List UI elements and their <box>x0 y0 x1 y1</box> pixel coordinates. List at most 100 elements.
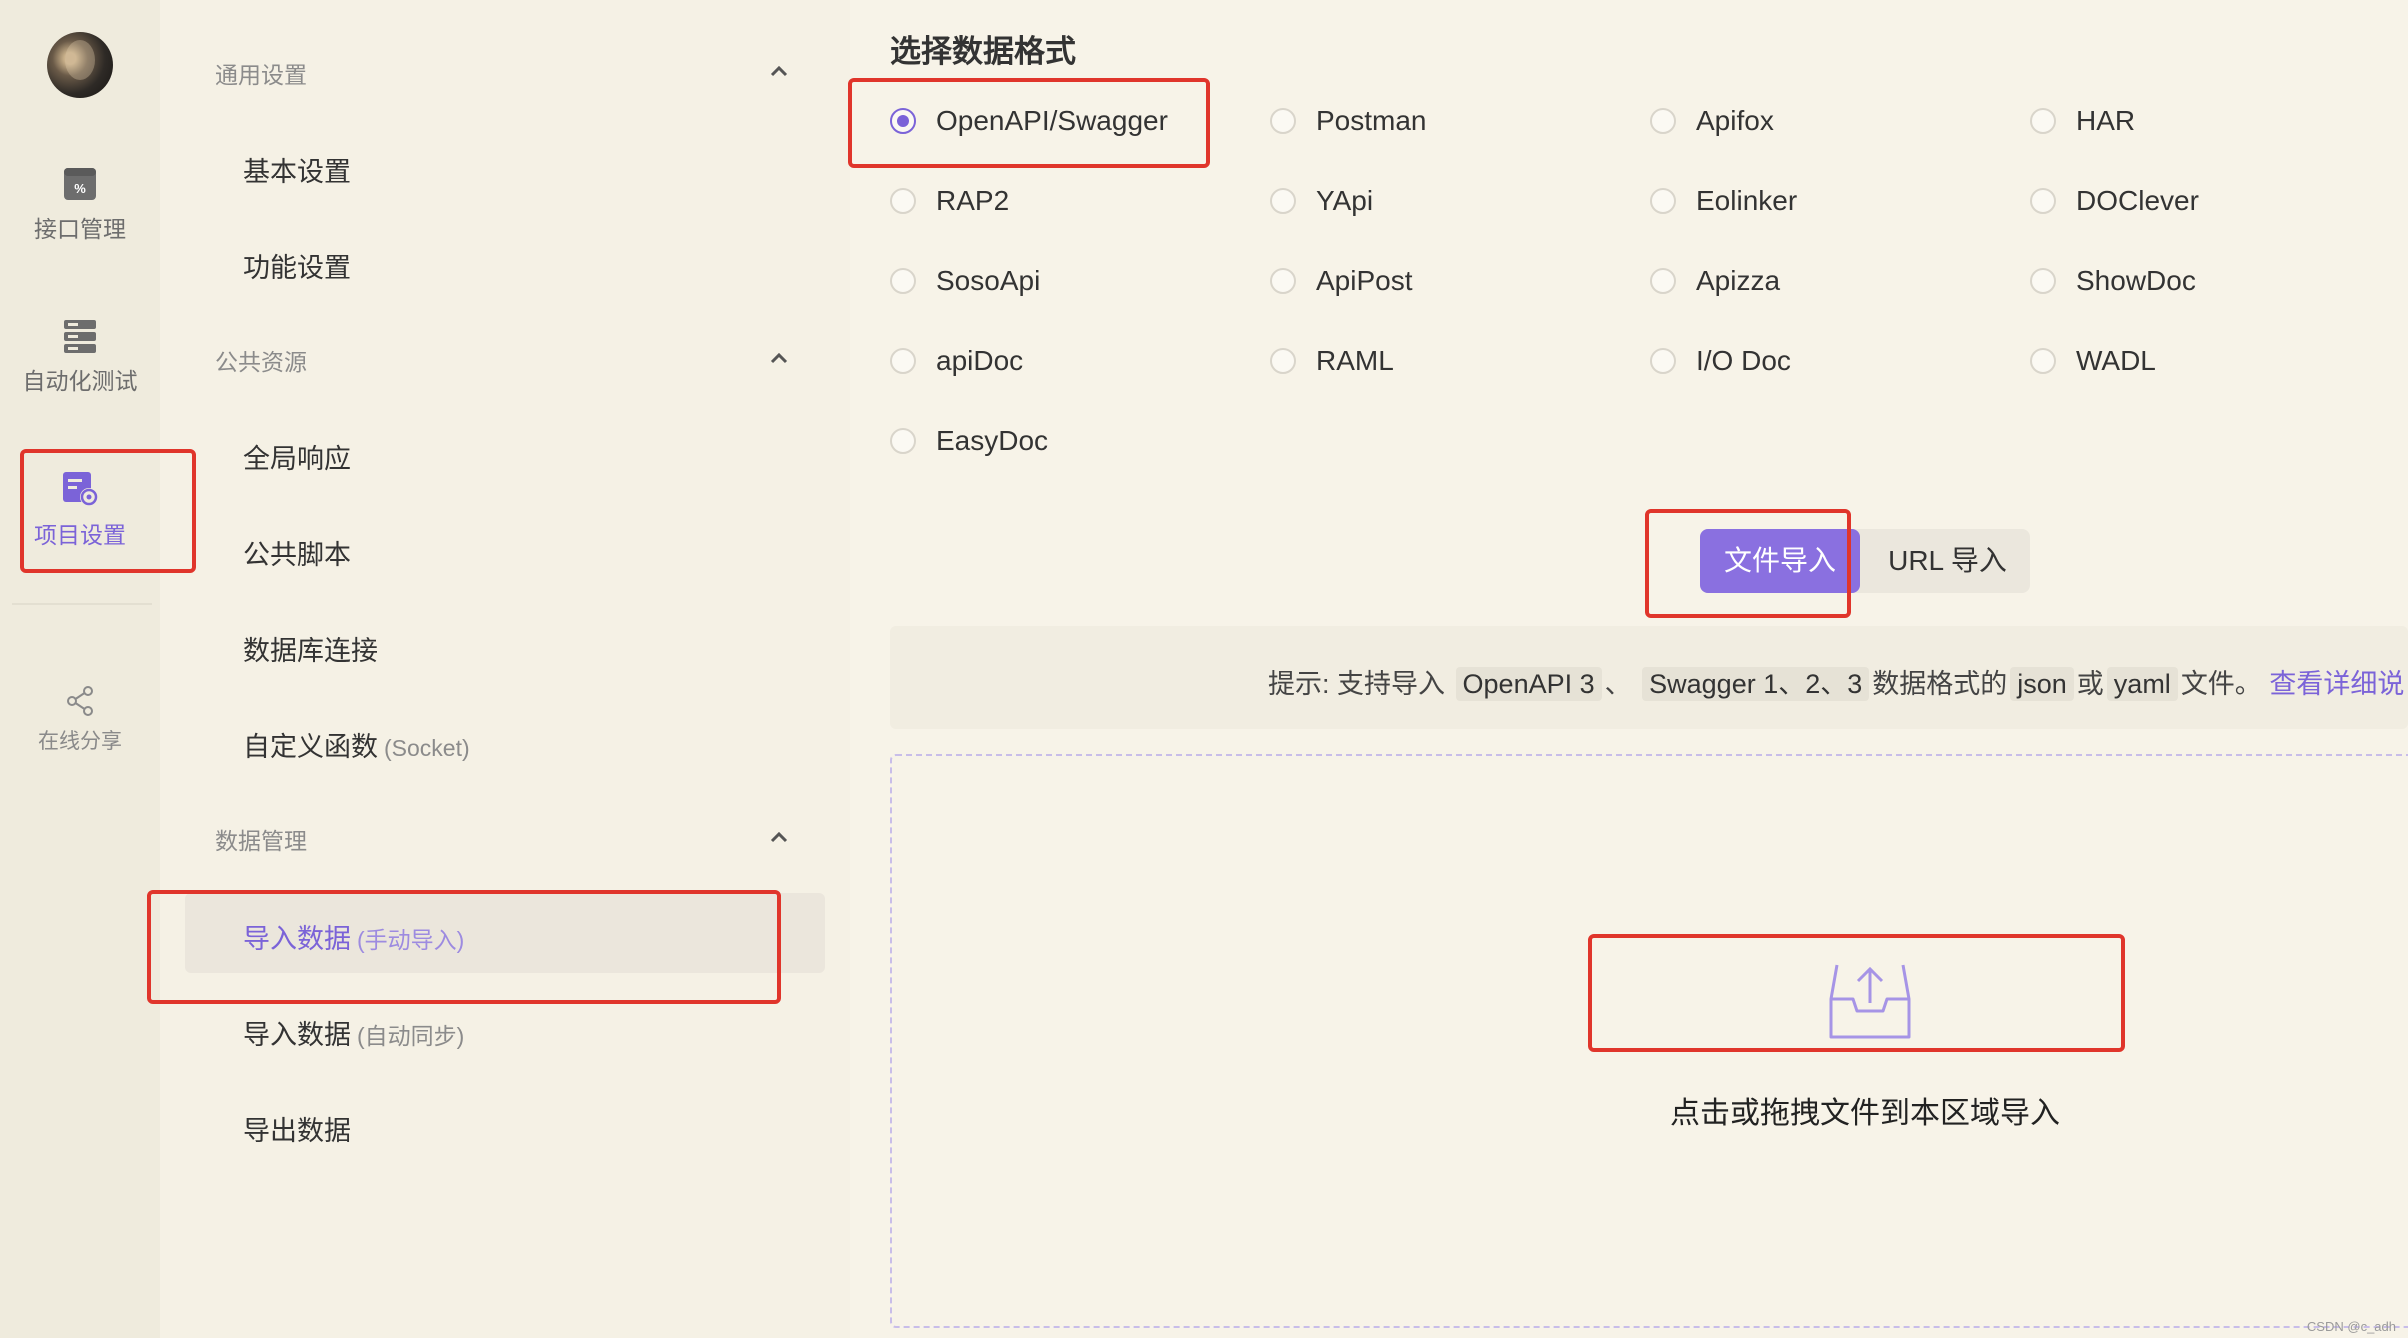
radio-circle[interactable] <box>2030 188 2056 214</box>
chevron-up-icon[interactable] <box>768 60 790 82</box>
rail-label: 自动化测试 <box>22 368 138 394</box>
nav-item-custom-functions[interactable]: 自定义函数 (Socket) <box>243 725 470 764</box>
radio-label: SosoApi <box>936 265 1041 296</box>
chevron-up-icon[interactable] <box>768 826 790 848</box>
hint-text: 提示: 支持导入 OpenAPI 3、 Swagger 1、2、3 数据格式的 js… <box>1268 662 2404 701</box>
dropzone-text: 点击或拖拽文件到本区域导入 <box>1670 1097 2060 1130</box>
nav-item-sub: (自动同步) <box>357 1023 465 1049</box>
format-radio-doclever[interactable]: DOClever <box>2030 185 2199 217</box>
radio-label: Postman <box>1316 105 1427 136</box>
share-icon <box>67 686 93 716</box>
hint-or: 或 <box>2076 669 2104 699</box>
radio-circle[interactable] <box>1650 348 1676 374</box>
radio-circle[interactable] <box>2030 268 2056 294</box>
radio-label: ApiPost <box>1316 265 1413 296</box>
hint-code-openapi3: OpenAPI 3 <box>1455 667 1602 701</box>
radio-label: HAR <box>2076 105 2136 136</box>
radio-circle[interactable] <box>2030 348 2056 374</box>
annotation-box-file-import <box>1645 509 1851 618</box>
radio-label: DOClever <box>2076 185 2199 216</box>
nav-item-label: 自定义函数 <box>243 732 378 762</box>
format-radio-postman[interactable]: Postman <box>1270 105 1427 137</box>
format-radio-yapi[interactable]: YApi <box>1270 185 1373 217</box>
format-radio-apifox[interactable]: Apifox <box>1650 105 1774 137</box>
settings-nav: 通用设置 基本设置 功能设置 公共资源 全局响应 公共脚本 数据库连接 自定义函… <box>160 0 850 1338</box>
format-radio-wadl[interactable]: WADL <box>2030 345 2156 377</box>
format-radio-apipost[interactable]: ApiPost <box>1270 265 1413 297</box>
watermark: CSDN @c_adh <box>2306 1319 2396 1334</box>
radio-circle[interactable] <box>1270 348 1296 374</box>
annotation-box-import-item <box>147 890 781 1004</box>
nav-item-sub: (Socket) <box>384 735 470 761</box>
radio-circle[interactable] <box>1270 188 1296 214</box>
radio-label: WADL <box>2076 345 2156 376</box>
api-management-icon: % <box>64 168 96 200</box>
radio-circle[interactable] <box>1270 268 1296 294</box>
hint-bar: 提示: 支持导入 OpenAPI 3、 Swagger 1、2、3 数据格式的 js… <box>890 626 2408 729</box>
annotation-box-rail <box>20 449 196 573</box>
radio-label: I/O Doc <box>1696 345 1791 376</box>
chevron-up-icon[interactable] <box>768 347 790 369</box>
radio-circle[interactable] <box>1270 108 1296 134</box>
radio-circle[interactable] <box>2030 108 2056 134</box>
tab-url-import[interactable]: URL 导入 <box>1865 529 2030 593</box>
format-radio-apidoc[interactable]: apiDoc <box>890 345 1023 377</box>
format-radio-har[interactable]: HAR <box>2030 105 2135 137</box>
radio-circle[interactable] <box>1650 268 1676 294</box>
nav-item-feature-settings[interactable]: 功能设置 <box>243 246 351 285</box>
view-details-link[interactable]: 查看详细说 <box>2269 669 2404 699</box>
avatar[interactable] <box>47 32 113 98</box>
format-radio-easydoc[interactable]: EasyDoc <box>890 425 1048 457</box>
annotation-box-upload <box>1588 934 2125 1052</box>
hint-mid: 数据格式的 <box>1872 669 2008 699</box>
format-radio-iodoc[interactable]: I/O Doc <box>1650 345 1791 377</box>
hint-code-yaml: yaml <box>2106 667 2178 701</box>
format-radio-eolinker[interactable]: Eolinker <box>1650 185 1797 217</box>
radio-label: ShowDoc <box>2076 265 2196 296</box>
format-radio-raml[interactable]: RAML <box>1270 345 1394 377</box>
radio-circle[interactable] <box>890 428 916 454</box>
hint-code-json: json <box>2010 667 2074 701</box>
rail-item-api-management[interactable]: % 接口管理 <box>0 166 160 244</box>
hint-suffix: 文件。 <box>2180 669 2262 699</box>
nav-item-global-response[interactable]: 全局响应 <box>243 437 351 476</box>
format-radio-showdoc[interactable]: ShowDoc <box>2030 265 2196 297</box>
format-radio-apizza[interactable]: Apizza <box>1650 265 1780 297</box>
annotation-box-openapi <box>848 78 1210 168</box>
rail-item-automation[interactable]: 自动化测试 <box>0 318 160 396</box>
radio-circle[interactable] <box>1650 108 1676 134</box>
hint-sep: 、 <box>1604 669 1632 699</box>
nav-item-db-connection[interactable]: 数据库连接 <box>243 629 378 668</box>
radio-circle[interactable] <box>890 348 916 374</box>
rail-label: 接口管理 <box>34 216 126 242</box>
radio-circle[interactable] <box>1650 188 1676 214</box>
radio-label: Apizza <box>1696 265 1781 296</box>
rail-divider <box>12 603 152 605</box>
radio-label: apiDoc <box>936 345 1024 376</box>
svg-text:%: % <box>74 181 86 196</box>
radio-label: YApi <box>1316 185 1374 216</box>
radio-label: RAP2 <box>936 185 1010 216</box>
rail-item-share[interactable]: 在线分享 <box>0 685 160 755</box>
rail-label: 在线分享 <box>38 730 122 753</box>
group-title-public-resources[interactable]: 公共资源 <box>215 343 307 377</box>
nav-item-label: 导入数据 <box>243 1020 351 1050</box>
radio-circle[interactable] <box>890 188 916 214</box>
group-title-general[interactable]: 通用设置 <box>215 56 307 90</box>
format-radio-rap2[interactable]: RAP2 <box>890 185 1009 217</box>
radio-circle[interactable] <box>890 268 916 294</box>
hint-prefix: 提示: 支持导入 <box>1268 669 1446 699</box>
automation-test-icon <box>64 320 96 353</box>
nav-item-public-scripts[interactable]: 公共脚本 <box>243 533 351 572</box>
group-title-data-management[interactable]: 数据管理 <box>215 822 307 856</box>
nav-item-export-data[interactable]: 导出数据 <box>243 1109 351 1148</box>
nav-item-import-auto[interactable]: 导入数据 (自动同步) <box>243 1013 464 1052</box>
format-radio-sosoapi[interactable]: SosoApi <box>890 265 1040 297</box>
section-title: 选择数据格式 <box>890 34 1076 69</box>
radio-label: RAML <box>1316 345 1394 376</box>
radio-label: EasyDoc <box>936 425 1049 456</box>
nav-item-basic-settings[interactable]: 基本设置 <box>243 150 351 189</box>
radio-label: Apifox <box>1696 105 1774 136</box>
hint-code-swagger: Swagger 1、2、3 <box>1642 667 1870 701</box>
main-panel: 选择数据格式 OpenAPI/Swagger Postman Apifox HA… <box>850 0 2408 1338</box>
